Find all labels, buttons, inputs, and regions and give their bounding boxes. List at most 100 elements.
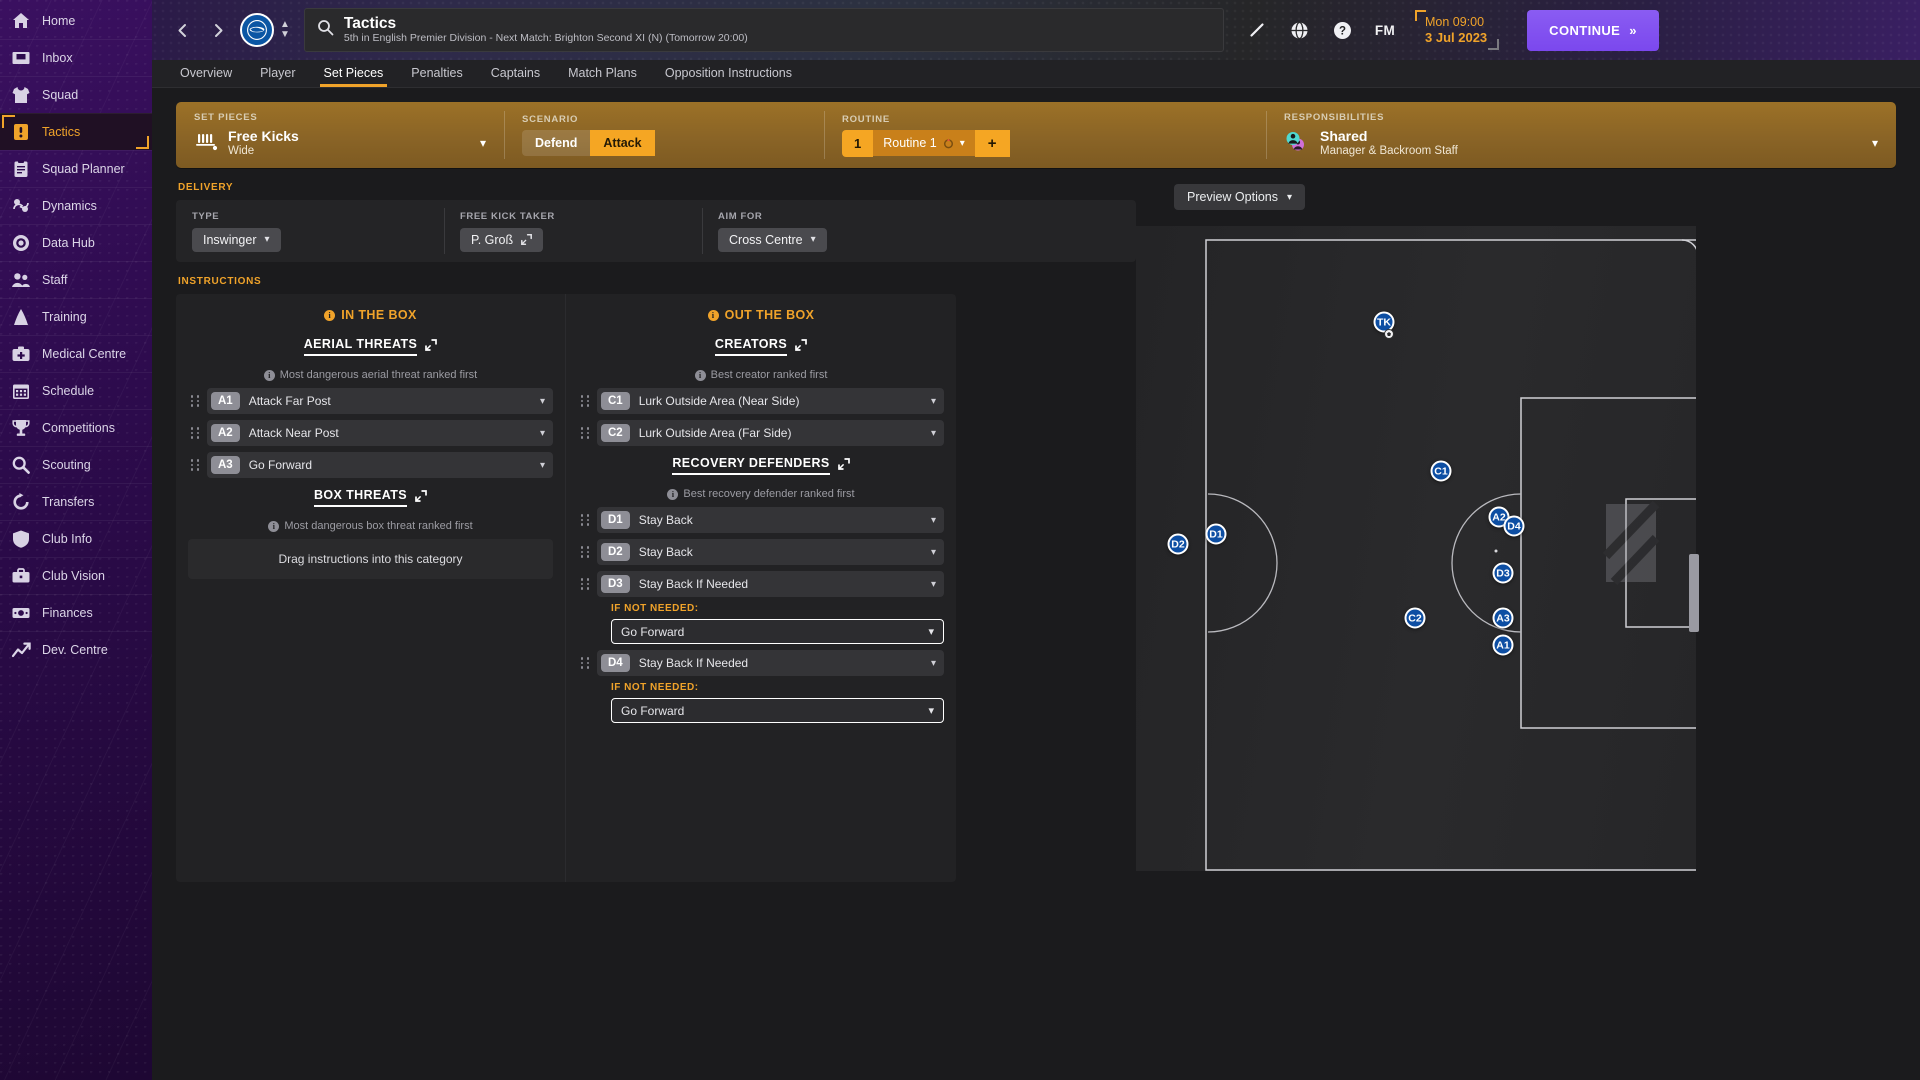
pitch-marker-c2[interactable]: C2 xyxy=(1404,607,1426,629)
tab-match-plans[interactable]: Match Plans xyxy=(554,66,651,87)
info-icon[interactable]: i xyxy=(707,309,719,321)
forward-button[interactable] xyxy=(204,16,232,44)
page-title-bar[interactable]: Tactics 5th in English Premier Division … xyxy=(303,8,1224,52)
drag-handle-icon[interactable] xyxy=(578,395,592,407)
sidebar-item-training[interactable]: Training xyxy=(0,298,152,335)
back-button[interactable] xyxy=(168,16,196,44)
club-switch-icon[interactable]: ▲ ▼ xyxy=(280,20,290,40)
sidebar-item-home[interactable]: Home xyxy=(0,2,152,39)
expand-icon[interactable] xyxy=(415,490,427,502)
chevron-down-icon[interactable]: ▾ xyxy=(480,136,486,150)
preview-options-button[interactable]: Preview Options ▾ xyxy=(1174,184,1306,210)
tab-player[interactable]: Player xyxy=(246,66,309,87)
globe-icon[interactable] xyxy=(1289,19,1311,41)
scenario-defend-button[interactable]: Defend xyxy=(522,130,591,156)
expand-icon[interactable] xyxy=(837,458,850,470)
delivery-field-control[interactable]: Cross Centre ▾ xyxy=(718,227,827,252)
routine-name-dropdown[interactable]: Routine 1 ▾ xyxy=(873,130,975,156)
drag-handle-icon[interactable] xyxy=(578,427,592,439)
sidebar-item-finances[interactable]: Finances xyxy=(0,594,152,631)
search-icon[interactable] xyxy=(317,19,334,41)
sidebar-item-data-hub[interactable]: Data Hub xyxy=(0,224,152,261)
instruction-dropdown[interactable]: A3 Go Forward ▾ xyxy=(207,452,553,478)
info-icon[interactable]: i xyxy=(263,369,275,381)
sidebar-item-squad-planner[interactable]: Squad Planner xyxy=(0,150,152,187)
sidebar-item-dynamics[interactable]: Dynamics xyxy=(0,187,152,224)
info-icon[interactable]: i xyxy=(667,488,679,500)
responsibilities-sub: Manager & Backroom Staff xyxy=(1320,145,1458,157)
edit-pencil-icon[interactable] xyxy=(1246,19,1268,41)
fm-logo[interactable]: FM xyxy=(1375,23,1395,38)
pitch-surface[interactable]: TK C1 D2 D1 A2 D4 D3 C2 A3 A1 xyxy=(1136,226,1696,871)
delivery-field-control[interactable]: P. Groß xyxy=(460,227,544,252)
sidebar-item-schedule[interactable]: Schedule xyxy=(0,372,152,409)
pitch-marker-a3[interactable]: A3 xyxy=(1492,607,1514,629)
tab-set-pieces[interactable]: Set Pieces xyxy=(310,66,398,87)
sidebar-item-scouting[interactable]: Scouting xyxy=(0,446,152,483)
drag-handle-icon[interactable] xyxy=(578,514,592,526)
if-not-needed-dropdown[interactable]: Go Forward ▾ xyxy=(611,698,944,723)
instruction-dropdown[interactable]: C2 Lurk Outside Area (Far Side) ▾ xyxy=(597,420,944,446)
help-icon[interactable]: ? xyxy=(1332,19,1354,41)
drag-handle-icon[interactable] xyxy=(188,459,202,471)
instruction-dropdown[interactable]: D4 Stay Back If Needed ▾ xyxy=(597,650,944,676)
delivery-field-control[interactable]: Inswinger ▾ xyxy=(192,227,281,252)
club-crest-icon[interactable] xyxy=(240,13,274,47)
tab-penalties[interactable]: Penalties xyxy=(397,66,476,87)
if-not-needed-dropdown[interactable]: Go Forward ▾ xyxy=(611,619,944,644)
instruction-dropdown[interactable]: A2 Attack Near Post ▾ xyxy=(207,420,553,446)
expand-group-icon[interactable] xyxy=(795,339,807,354)
instruction-dropzone[interactable]: Drag instructions into this category xyxy=(188,539,553,579)
pitch-scrollbar-thumb[interactable] xyxy=(1689,554,1699,632)
drag-handle-icon[interactable] xyxy=(188,427,202,439)
instruction-dropdown[interactable]: A1 Attack Far Post ▾ xyxy=(207,388,553,414)
tab-captains[interactable]: Captains xyxy=(477,66,554,87)
delivery-card: TYPE Inswinger ▾ FREE KICK TAKER P. Groß AIM … xyxy=(176,200,1136,262)
responsibilities-selector[interactable]: RESPONSIBILITIES Shared Manager & Backro… xyxy=(1266,102,1896,168)
sidebar-item-dev-centre[interactable]: Dev. Centre xyxy=(0,631,152,668)
tab-overview[interactable]: Overview xyxy=(166,66,246,87)
info-icon[interactable]: i xyxy=(694,369,706,381)
drag-handle-icon[interactable] xyxy=(578,657,592,669)
pitch-marker-d3[interactable]: D3 xyxy=(1492,562,1514,584)
sidebar-item-squad[interactable]: Squad xyxy=(0,76,152,113)
tab-opposition-instructions[interactable]: Opposition Instructions xyxy=(651,66,806,87)
sidebar-item-transfers[interactable]: Transfers xyxy=(0,483,152,520)
instruction-dropdown[interactable]: D1 Stay Back ▾ xyxy=(597,507,944,533)
sidebar-item-competitions[interactable]: Competitions xyxy=(0,409,152,446)
instruction-dropdown[interactable]: D2 Stay Back ▾ xyxy=(597,539,944,565)
expand-icon[interactable] xyxy=(425,339,438,351)
info-icon[interactable]: i xyxy=(324,309,336,321)
scenario-attack-button[interactable]: Attack xyxy=(590,130,655,156)
football-icon[interactable] xyxy=(1384,329,1394,339)
pitch-marker-d2[interactable]: D2 xyxy=(1167,533,1189,555)
pitch-preview[interactable]: TK C1 D2 D1 A2 D4 D3 C2 A3 A1 xyxy=(1136,226,1711,871)
instruction-dropdown[interactable]: C1 Lurk Outside Area (Near Side) ▾ xyxy=(597,388,944,414)
pitch-marker-c1[interactable]: C1 xyxy=(1430,460,1452,482)
sidebar-item-tactics[interactable]: Tactics xyxy=(0,113,152,150)
continue-button[interactable]: CONTINUE » xyxy=(1527,9,1659,51)
info-icon[interactable]: i xyxy=(268,520,280,532)
add-routine-button[interactable]: + xyxy=(974,129,1010,157)
sidebar-item-staff[interactable]: Staff xyxy=(0,261,152,298)
expand-group-icon[interactable] xyxy=(837,458,850,473)
pitch-marker-d1[interactable]: D1 xyxy=(1205,523,1227,545)
sidebar-item-club-info[interactable]: Club Info xyxy=(0,520,152,557)
drag-handle-icon[interactable] xyxy=(578,578,592,590)
routine-number[interactable]: 1 xyxy=(842,129,874,157)
set-pieces-selector[interactable]: SET PIECES Free Kicks Wide ▾ xyxy=(176,102,504,168)
pitch-marker-a1[interactable]: A1 xyxy=(1492,634,1514,656)
sidebar-item-medical-centre[interactable]: Medical Centre xyxy=(0,335,152,372)
sidebar-item-inbox[interactable]: Inbox xyxy=(0,39,152,76)
instructions-section-label: INSTRUCTIONS xyxy=(178,276,262,287)
sidebar-item-club-vision[interactable]: Club Vision xyxy=(0,557,152,594)
instruction-dropdown[interactable]: D3 Stay Back If Needed ▾ xyxy=(597,571,944,597)
expand-group-icon[interactable] xyxy=(425,339,438,354)
expand-icon[interactable] xyxy=(795,339,807,351)
chevron-down-icon[interactable]: ▾ xyxy=(1872,136,1878,150)
pitch-marker-d4[interactable]: D4 xyxy=(1503,515,1525,537)
expand-group-icon[interactable] xyxy=(415,490,427,505)
drag-handle-icon[interactable] xyxy=(578,546,592,558)
drag-handle-icon[interactable] xyxy=(188,395,202,407)
tactics-icon xyxy=(11,122,31,142)
